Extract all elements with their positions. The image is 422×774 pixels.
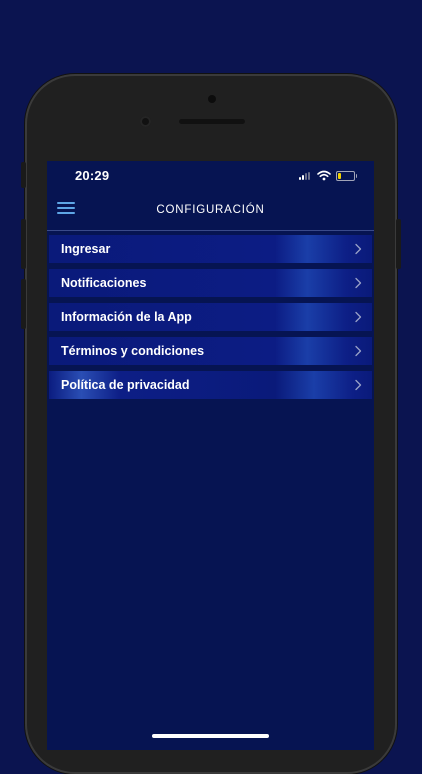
chevron-right-icon (355, 243, 362, 255)
menu-item-label: Notificaciones (61, 276, 147, 290)
status-time: 20:29 (75, 168, 110, 183)
power-button (396, 219, 401, 269)
phone-frame: 20:29 CONFIGURACIÓN Ingresar Notificacio… (21, 74, 401, 774)
settings-menu-list: Ingresar Notificaciones Información de l… (47, 235, 374, 405)
home-indicator[interactable] (152, 734, 269, 738)
chevron-right-icon (355, 345, 362, 357)
battery-level (338, 173, 341, 179)
earpiece-speaker (179, 119, 245, 124)
page-title: CONFIGURACIÓN (156, 204, 265, 216)
proximity-sensor (140, 116, 151, 127)
navigation-bar: CONFIGURACIÓN (47, 189, 374, 231)
battery-icon (336, 171, 357, 181)
menu-item-label: Ingresar (61, 242, 111, 256)
menu-item-label: Política de privacidad (61, 378, 190, 392)
menu-item-label: Términos y condiciones (61, 344, 205, 358)
wifi-icon (317, 170, 331, 181)
menu-item-notificaciones[interactable]: Notificaciones (49, 269, 372, 297)
chevron-right-icon (355, 379, 362, 391)
volume-up-button (21, 219, 26, 269)
menu-item-ingresar[interactable]: Ingresar (49, 235, 372, 263)
chevron-right-icon (355, 277, 362, 289)
menu-item-informacion-app[interactable]: Información de la App (49, 303, 372, 331)
menu-item-privacidad[interactable]: Política de privacidad (49, 371, 372, 399)
front-camera (208, 95, 216, 103)
volume-down-button (21, 279, 26, 329)
app-screen: 20:29 CONFIGURACIÓN Ingresar Notificacio… (47, 161, 374, 750)
menu-item-terminos[interactable]: Términos y condiciones (49, 337, 372, 365)
status-bar: 20:29 (47, 161, 374, 189)
silent-switch (21, 162, 26, 188)
cellular-signal-icon (299, 172, 313, 180)
menu-item-label: Información de la App (61, 310, 192, 324)
chevron-right-icon (355, 311, 362, 323)
